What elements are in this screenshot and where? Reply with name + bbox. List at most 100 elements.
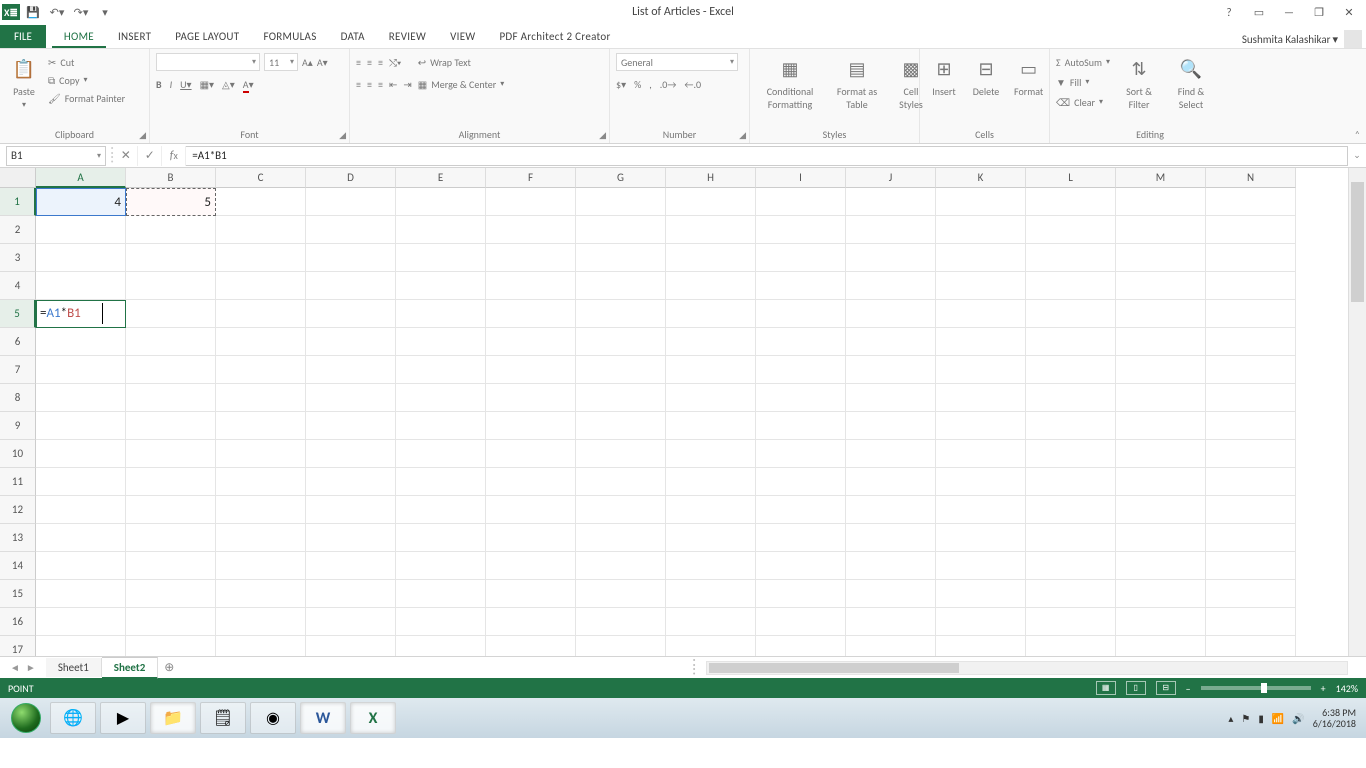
cell-F1[interactable] (486, 188, 576, 216)
cell-I12[interactable] (756, 496, 846, 524)
cell-G5[interactable] (576, 300, 666, 328)
cell-I7[interactable] (756, 356, 846, 384)
start-button[interactable] (6, 702, 46, 734)
orientation-icon[interactable]: ⤭▾ (389, 56, 401, 69)
row-header-9[interactable]: 9 (0, 412, 36, 440)
account-avatar-icon[interactable] (1344, 30, 1362, 48)
row-header-14[interactable]: 14 (0, 552, 36, 580)
row-header-13[interactable]: 13 (0, 524, 36, 552)
cell-J1[interactable] (846, 188, 936, 216)
cell-H14[interactable] (666, 552, 756, 580)
cell-L9[interactable] (1026, 412, 1116, 440)
cell-E1[interactable] (396, 188, 486, 216)
cell-C3[interactable] (216, 244, 306, 272)
tab-data[interactable]: DATA (329, 25, 377, 48)
cell-J3[interactable] (846, 244, 936, 272)
number-format-select[interactable]: General (616, 53, 738, 71)
cell-E14[interactable] (396, 552, 486, 580)
name-box[interactable]: B1 (6, 146, 106, 166)
cell-B6[interactable] (126, 328, 216, 356)
tab-view[interactable]: VIEW (438, 25, 487, 48)
cell-F6[interactable] (486, 328, 576, 356)
cell-F13[interactable] (486, 524, 576, 552)
cell-J7[interactable] (846, 356, 936, 384)
cell-C9[interactable] (216, 412, 306, 440)
cell-G16[interactable] (576, 608, 666, 636)
sheet-tab-2[interactable]: Sheet2 (102, 657, 159, 679)
cell-F9[interactable] (486, 412, 576, 440)
cell-C16[interactable] (216, 608, 306, 636)
view-normal-icon[interactable]: ▦ (1096, 681, 1116, 695)
cell-G3[interactable] (576, 244, 666, 272)
bold-button[interactable]: B (156, 78, 162, 91)
tab-file[interactable]: FILE (0, 25, 46, 48)
cell-K15[interactable] (936, 580, 1026, 608)
zoom-slider[interactable] (1201, 686, 1311, 690)
cell-G2[interactable] (576, 216, 666, 244)
cell-M12[interactable] (1116, 496, 1206, 524)
cell-J13[interactable] (846, 524, 936, 552)
cell-B7[interactable] (126, 356, 216, 384)
decrease-decimal-icon[interactable]: ←.0 (684, 78, 701, 91)
cell-K7[interactable] (936, 356, 1026, 384)
cell-F17[interactable] (486, 636, 576, 656)
cell-L2[interactable] (1026, 216, 1116, 244)
zoom-in-icon[interactable]: + (1321, 682, 1326, 695)
cell-J11[interactable] (846, 468, 936, 496)
align-right-icon[interactable]: ≡ (378, 78, 383, 91)
formula-input[interactable]: =A1*B1 (186, 146, 1348, 166)
cell-G15[interactable] (576, 580, 666, 608)
cell-B1[interactable]: 5 (126, 188, 216, 216)
cell-L5[interactable] (1026, 300, 1116, 328)
cell-A1[interactable]: 4 (36, 188, 126, 216)
cell-N1[interactable] (1206, 188, 1296, 216)
cell-A6[interactable] (36, 328, 126, 356)
minimize-icon[interactable]: — (1278, 3, 1300, 21)
cell-K5[interactable] (936, 300, 1026, 328)
cell-M14[interactable] (1116, 552, 1206, 580)
cell-L8[interactable] (1026, 384, 1116, 412)
cell-J4[interactable] (846, 272, 936, 300)
cell-H17[interactable] (666, 636, 756, 656)
increase-indent-icon[interactable]: ⇥ (403, 78, 411, 91)
tray-network-icon[interactable]: 📶 (1272, 712, 1284, 725)
cell-C11[interactable] (216, 468, 306, 496)
cell-C12[interactable] (216, 496, 306, 524)
cell-I9[interactable] (756, 412, 846, 440)
cell-A4[interactable] (36, 272, 126, 300)
cell-H3[interactable] (666, 244, 756, 272)
sheet-tab-1[interactable]: Sheet1 (46, 658, 102, 677)
ribbon-options-icon[interactable]: ▭ (1248, 3, 1270, 21)
cell-C8[interactable] (216, 384, 306, 412)
row-header-2[interactable]: 2 (0, 216, 36, 244)
font-name-select[interactable] (156, 53, 260, 71)
accounting-icon[interactable]: $▾ (616, 78, 626, 91)
cell-M3[interactable] (1116, 244, 1206, 272)
cell-D12[interactable] (306, 496, 396, 524)
cell-A2[interactable] (36, 216, 126, 244)
cell-H9[interactable] (666, 412, 756, 440)
cell-F15[interactable] (486, 580, 576, 608)
cell-D6[interactable] (306, 328, 396, 356)
cell-H15[interactable] (666, 580, 756, 608)
taskbar-word-icon[interactable]: W (300, 702, 346, 734)
cell-E5[interactable] (396, 300, 486, 328)
maximize-icon[interactable]: ❐ (1308, 3, 1330, 21)
cell-H2[interactable] (666, 216, 756, 244)
cell-A14[interactable] (36, 552, 126, 580)
cell-A16[interactable] (36, 608, 126, 636)
taskbar-notes-icon[interactable]: 🗒 (200, 702, 246, 734)
cell-D13[interactable] (306, 524, 396, 552)
col-header-H[interactable]: H (666, 168, 756, 188)
cell-I10[interactable] (756, 440, 846, 468)
cell-F7[interactable] (486, 356, 576, 384)
row-header-3[interactable]: 3 (0, 244, 36, 272)
col-header-C[interactable]: C (216, 168, 306, 188)
select-all-corner[interactable] (0, 168, 36, 188)
view-pagebreak-icon[interactable]: ⊟ (1156, 681, 1176, 695)
cell-I11[interactable] (756, 468, 846, 496)
autosum-button[interactable]: ΣAutoSum▾ (1056, 53, 1110, 71)
expand-formula-bar-icon[interactable]: ⌄ (1348, 150, 1366, 161)
cell-E16[interactable] (396, 608, 486, 636)
cell-F12[interactable] (486, 496, 576, 524)
